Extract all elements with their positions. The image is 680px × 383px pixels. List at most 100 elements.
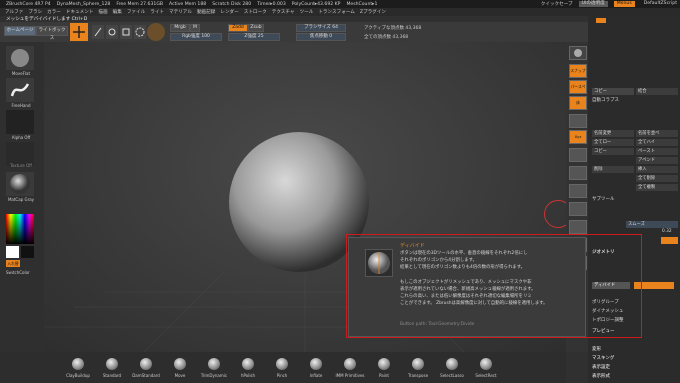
focal-shift-slider[interactable]: 焦点移動 0 — [296, 33, 346, 41]
smooth-slider[interactable]: スムーズ — [626, 221, 678, 228]
menus-button[interactable]: Menus — [613, 1, 635, 7]
menu-item[interactable]: ライト — [150, 9, 164, 15]
masking-row[interactable]: マスキング — [592, 355, 614, 362]
copy-subtool-button[interactable]: コピー — [592, 148, 634, 155]
switch-color-button[interactable]: SwitchColor — [6, 270, 30, 275]
brush-slot[interactable]: ClayBuildup — [60, 352, 96, 383]
brush-slot[interactable]: IMM Primitives — [332, 352, 368, 383]
menu-item[interactable]: アルファ — [5, 9, 23, 15]
zremesher-row[interactable]: トポロジー調整 — [592, 317, 624, 324]
move-view-button[interactable] — [569, 166, 587, 180]
brush-thumbnail[interactable] — [6, 46, 34, 70]
all-high-button[interactable]: 全てハイ — [636, 139, 678, 146]
menu-item[interactable]: ブラシ — [28, 9, 42, 15]
auto-collapse[interactable]: 自動コラプス — [592, 97, 619, 104]
color-picker[interactable] — [6, 214, 34, 244]
zsub-button[interactable]: Zsub — [248, 24, 264, 32]
rotate-view-button[interactable] — [569, 202, 587, 216]
brush-slot[interactable]: Inflate — [298, 352, 334, 383]
lightbox-button[interactable]: ライトボックス — [36, 26, 68, 41]
menu-item[interactable]: マテリアル — [169, 9, 192, 15]
frame-button[interactable] — [569, 148, 587, 162]
menu-item[interactable]: 描画 — [98, 9, 107, 15]
menu-item[interactable]: テクスチャ — [272, 9, 295, 15]
zoom-view-button[interactable] — [569, 184, 587, 198]
default-script-button[interactable]: DefaultZScript — [641, 1, 680, 7]
render-sphere-icon — [574, 49, 582, 57]
quicksave-button[interactable]: クイックセーブ — [541, 1, 573, 7]
scale-button[interactable] — [120, 25, 132, 39]
menu-item[interactable]: ドキュメント — [66, 9, 94, 15]
secondary-color-swatch[interactable] — [21, 246, 34, 258]
append-button[interactable]: アペンド — [636, 157, 678, 164]
menu-item[interactable]: 動画記録 — [197, 9, 215, 15]
move-button[interactable] — [106, 25, 118, 39]
menu-item[interactable]: トランスフォーム — [318, 9, 355, 15]
snap-button[interactable]: スナップ — [569, 64, 587, 78]
all-low-button[interactable]: 全てロー — [592, 139, 634, 146]
preview-row[interactable]: プレビュー — [592, 328, 615, 335]
polygroup-row[interactable]: ポリグループ — [592, 299, 619, 306]
menu-item[interactable]: 編集 — [113, 9, 122, 15]
z-intensity-slider[interactable]: Z強度 25 — [228, 33, 280, 41]
floor-button[interactable]: 床 — [569, 96, 587, 110]
xyz-toggle[interactable] — [661, 237, 678, 244]
smt-toggle[interactable] — [634, 282, 674, 289]
ui-transparency-button[interactable]: UIの透明度 — [578, 1, 608, 7]
brush-slot[interactable]: hPolish — [230, 352, 266, 383]
auto-reorder-button[interactable]: 名前を並べ — [636, 130, 678, 137]
m-button[interactable]: M — [190, 24, 200, 32]
brush-slot[interactable]: TrimDynamic — [196, 352, 232, 383]
brush-size-slider[interactable]: ブラシサイズ 64 — [296, 24, 346, 32]
line-fill-button[interactable] — [569, 220, 587, 234]
material-swatch[interactable] — [147, 23, 165, 41]
brush-slot[interactable]: Transpose — [400, 352, 436, 383]
rename-button[interactable]: 名前変更 — [592, 130, 634, 137]
deform-row[interactable]: 変形 — [592, 346, 601, 353]
brush-slot[interactable]: Move — [162, 352, 198, 383]
brush-icon — [242, 358, 254, 370]
merge-button[interactable]: 結合 — [636, 88, 678, 95]
edit-button[interactable] — [70, 23, 88, 41]
duplicate-all-button[interactable]: 全て複製 — [636, 184, 678, 191]
display-row[interactable]: 表示形式 — [592, 373, 610, 380]
brush-slot[interactable]: SelectLasso — [434, 352, 470, 383]
menu-item[interactable]: ツール — [300, 9, 314, 15]
brush-slot[interactable]: Standard — [94, 352, 130, 383]
brush-slot[interactable]: Paint — [366, 352, 402, 383]
main-color-swatch[interactable] — [6, 246, 19, 258]
visibility-row[interactable]: 表示設定 — [592, 364, 610, 371]
rotate-button[interactable] — [134, 25, 146, 39]
local-button[interactable] — [569, 114, 587, 128]
subtool-section[interactable]: サブツール — [592, 196, 615, 203]
menu-item[interactable]: レンダー — [220, 9, 238, 15]
rgb-intensity-slider[interactable]: Rgb強度 100 — [170, 33, 222, 41]
brush-slot[interactable]: DamStandard — [128, 352, 164, 383]
zadd-button[interactable]: Zadd — [228, 24, 248, 32]
gradient-toggle[interactable]: 入れ替え — [6, 260, 20, 273]
menu-item[interactable]: ファイル — [127, 9, 145, 15]
menu-item[interactable]: ストローク — [244, 9, 267, 15]
delete-button[interactable]: 削除 — [592, 166, 634, 173]
persp-button[interactable]: パースペクティブ — [569, 80, 587, 101]
insert-button[interactable]: 挿入 — [636, 166, 678, 173]
paste-button[interactable]: ペースト — [636, 148, 678, 155]
divide-button[interactable]: ディバイド — [592, 282, 630, 289]
alpha-thumbnail[interactable] — [6, 110, 34, 134]
xyz-button[interactable]: Xyz — [569, 130, 587, 144]
stroke-thumbnail[interactable] — [6, 78, 34, 102]
dynamesh-row[interactable]: ダイナメッシュ — [592, 308, 623, 315]
draw-button[interactable] — [92, 25, 104, 39]
brush-slot[interactable]: SelectRect — [468, 352, 504, 383]
homepage-button[interactable]: ホームページ — [4, 26, 36, 36]
delete-all-button[interactable]: 全て削除 — [636, 175, 678, 182]
menu-item[interactable]: カラー — [47, 9, 61, 15]
bpr-button[interactable] — [569, 46, 587, 60]
geometry-section[interactable]: ジオメトリ — [592, 249, 615, 256]
menu-item[interactable]: Zプラグイン — [360, 9, 386, 15]
material-thumbnail[interactable] — [6, 172, 34, 196]
copy-button[interactable]: コピー — [592, 88, 634, 95]
tooltip-line-3: 結果として現在のポリゴン数よりも4倍の数の形が得られます。 — [400, 265, 526, 270]
brush-slot[interactable]: Pinch — [264, 352, 300, 383]
mrgb-button[interactable]: Mrgb — [170, 24, 190, 32]
